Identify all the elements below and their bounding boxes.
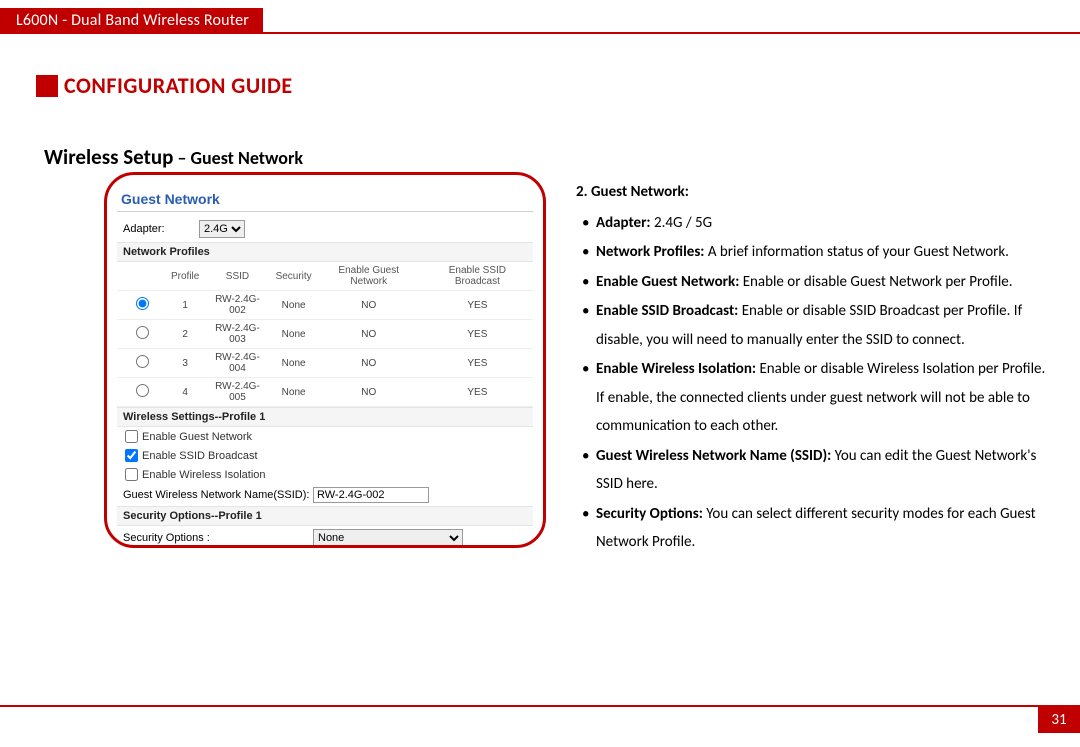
item-bold: Adapter: — [596, 214, 651, 232]
section-title-main: Wireless Setup — [44, 144, 173, 170]
enable-isolation-label: Enable Wireless Isolation — [142, 469, 266, 481]
profiles-table: Profile SSID Security Enable Guest Netwo… — [117, 262, 533, 407]
col-enable-guest: Enable Guest Network — [316, 262, 422, 291]
config-heading-text: CONFIGURATION GUIDE — [64, 72, 293, 99]
network-profiles-header: Network Profiles — [117, 242, 533, 262]
item-bold: Security Options: — [596, 505, 703, 523]
enable-guest-checkbox[interactable] — [125, 430, 138, 443]
list-item: Guest Wireless Network Name (SSID): You … — [582, 442, 1054, 499]
security-select[interactable]: None — [313, 529, 463, 547]
adapter-row: Adapter: 2.4G — [117, 216, 533, 242]
col-ssid: SSID — [203, 262, 271, 291]
cell-enable-bcast: YES — [422, 349, 533, 378]
item-bold: Enable SSID Broadcast: — [596, 302, 738, 320]
col-enable-bcast: Enable SSID Broadcast — [422, 262, 533, 291]
list-item: Enable Guest Network: Enable or disable … — [582, 268, 1054, 297]
cell-ssid: RW-2.4G-005 — [203, 378, 271, 407]
profile-radio[interactable] — [136, 355, 149, 368]
description-column: 2. Guest Network: Adapter: 2.4G / 5G Net… — [576, 178, 1054, 558]
page-number: 31 — [1038, 707, 1080, 733]
security-label: Security Options : — [123, 532, 313, 544]
cell-enable-bcast: YES — [422, 291, 533, 320]
profiles-header-row: Profile SSID Security Enable Guest Netwo… — [117, 262, 533, 291]
security-options-header: Security Options--Profile 1 — [117, 506, 533, 526]
cell-enable-bcast: YES — [422, 378, 533, 407]
screenshot-guest-network: Guest Network Adapter: 2.4G Network Prof… — [104, 172, 546, 548]
cell-enable-guest: NO — [316, 320, 422, 349]
item-text: 2.4G / 5G — [651, 214, 713, 232]
ssid-label: Guest Wireless Network Name(SSID): — [123, 489, 313, 501]
security-row: Security Options : None — [117, 526, 533, 548]
cell-security: None — [272, 320, 316, 349]
table-row: 2 RW-2.4G-003 None NO YES — [117, 320, 533, 349]
list-item: Network Profiles: A brief information st… — [582, 238, 1054, 267]
item-text: Enable or disable Guest Network per Prof… — [739, 273, 1012, 291]
item-bold: Enable Guest Network: — [596, 273, 739, 291]
profile-radio[interactable] — [136, 326, 149, 339]
cell-security: None — [272, 378, 316, 407]
cell-ssid: RW-2.4G-003 — [203, 320, 271, 349]
adapter-select[interactable]: 2.4G — [199, 220, 245, 238]
col-security: Security — [272, 262, 316, 291]
enable-ssid-broadcast-row: Enable SSID Broadcast — [117, 446, 533, 465]
cell-profile: 2 — [167, 320, 203, 349]
ssid-row: Guest Wireless Network Name(SSID): — [117, 484, 533, 506]
config-heading-bullet — [36, 75, 58, 97]
panel-divider — [117, 211, 533, 212]
col-profile: Profile — [167, 262, 203, 291]
cell-security: None — [272, 291, 316, 320]
item-bold: Enable Wireless Isolation: — [596, 360, 756, 378]
adapter-label: Adapter: — [123, 223, 193, 235]
config-heading: CONFIGURATION GUIDE — [36, 72, 293, 99]
enable-isolation-checkbox[interactable] — [125, 468, 138, 481]
cell-profile: 3 — [167, 349, 203, 378]
cell-security: None — [272, 349, 316, 378]
cell-enable-bcast: YES — [422, 320, 533, 349]
list-item: Security Options: You can select differe… — [582, 500, 1054, 557]
cell-profile: 1 — [167, 291, 203, 320]
profile-radio[interactable] — [136, 384, 149, 397]
cell-profile: 4 — [167, 378, 203, 407]
cell-enable-guest: NO — [316, 378, 422, 407]
ssid-input[interactable] — [313, 487, 429, 503]
item-text: A brief information status of your Guest… — [704, 243, 1009, 261]
item-bold: Guest Wireless Network Name (SSID): — [596, 447, 831, 465]
cell-ssid: RW-2.4G-004 — [203, 349, 271, 378]
footer-rule — [0, 705, 1080, 707]
description-list: Adapter: 2.4G / 5G Network Profiles: A b… — [576, 209, 1054, 557]
list-item: Adapter: 2.4G / 5G — [582, 209, 1054, 238]
cell-enable-guest: NO — [316, 349, 422, 378]
table-row: 3 RW-2.4G-004 None NO YES — [117, 349, 533, 378]
profile-radio[interactable] — [136, 297, 149, 310]
enable-ssid-broadcast-checkbox[interactable] — [125, 449, 138, 462]
cell-enable-guest: NO — [316, 291, 422, 320]
enable-isolation-row: Enable Wireless Isolation — [117, 465, 533, 484]
wireless-settings-header: Wireless Settings--Profile 1 — [117, 407, 533, 427]
header-title: L600N - Dual Band Wireless Router — [0, 8, 263, 33]
enable-ssid-broadcast-label: Enable SSID Broadcast — [142, 450, 258, 462]
item-bold: Network Profiles: — [596, 243, 704, 261]
table-row: 1 RW-2.4G-002 None NO YES — [117, 291, 533, 320]
panel-title: Guest Network — [117, 189, 533, 211]
list-item: Enable Wireless Isolation: Enable or dis… — [582, 355, 1054, 441]
manual-page: L600N - Dual Band Wireless Router CONFIG… — [0, 0, 1080, 747]
list-item: Enable SSID Broadcast: Enable or disable… — [582, 297, 1054, 354]
section-title-sub: – Guest Network — [173, 147, 303, 169]
cell-ssid: RW-2.4G-002 — [203, 291, 271, 320]
enable-guest-label: Enable Guest Network — [142, 431, 252, 443]
enable-guest-row: Enable Guest Network — [117, 427, 533, 446]
section-title: Wireless Setup – Guest Network — [44, 144, 303, 170]
description-title: 2. Guest Network: — [576, 178, 1054, 207]
table-row: 4 RW-2.4G-005 None NO YES — [117, 378, 533, 407]
